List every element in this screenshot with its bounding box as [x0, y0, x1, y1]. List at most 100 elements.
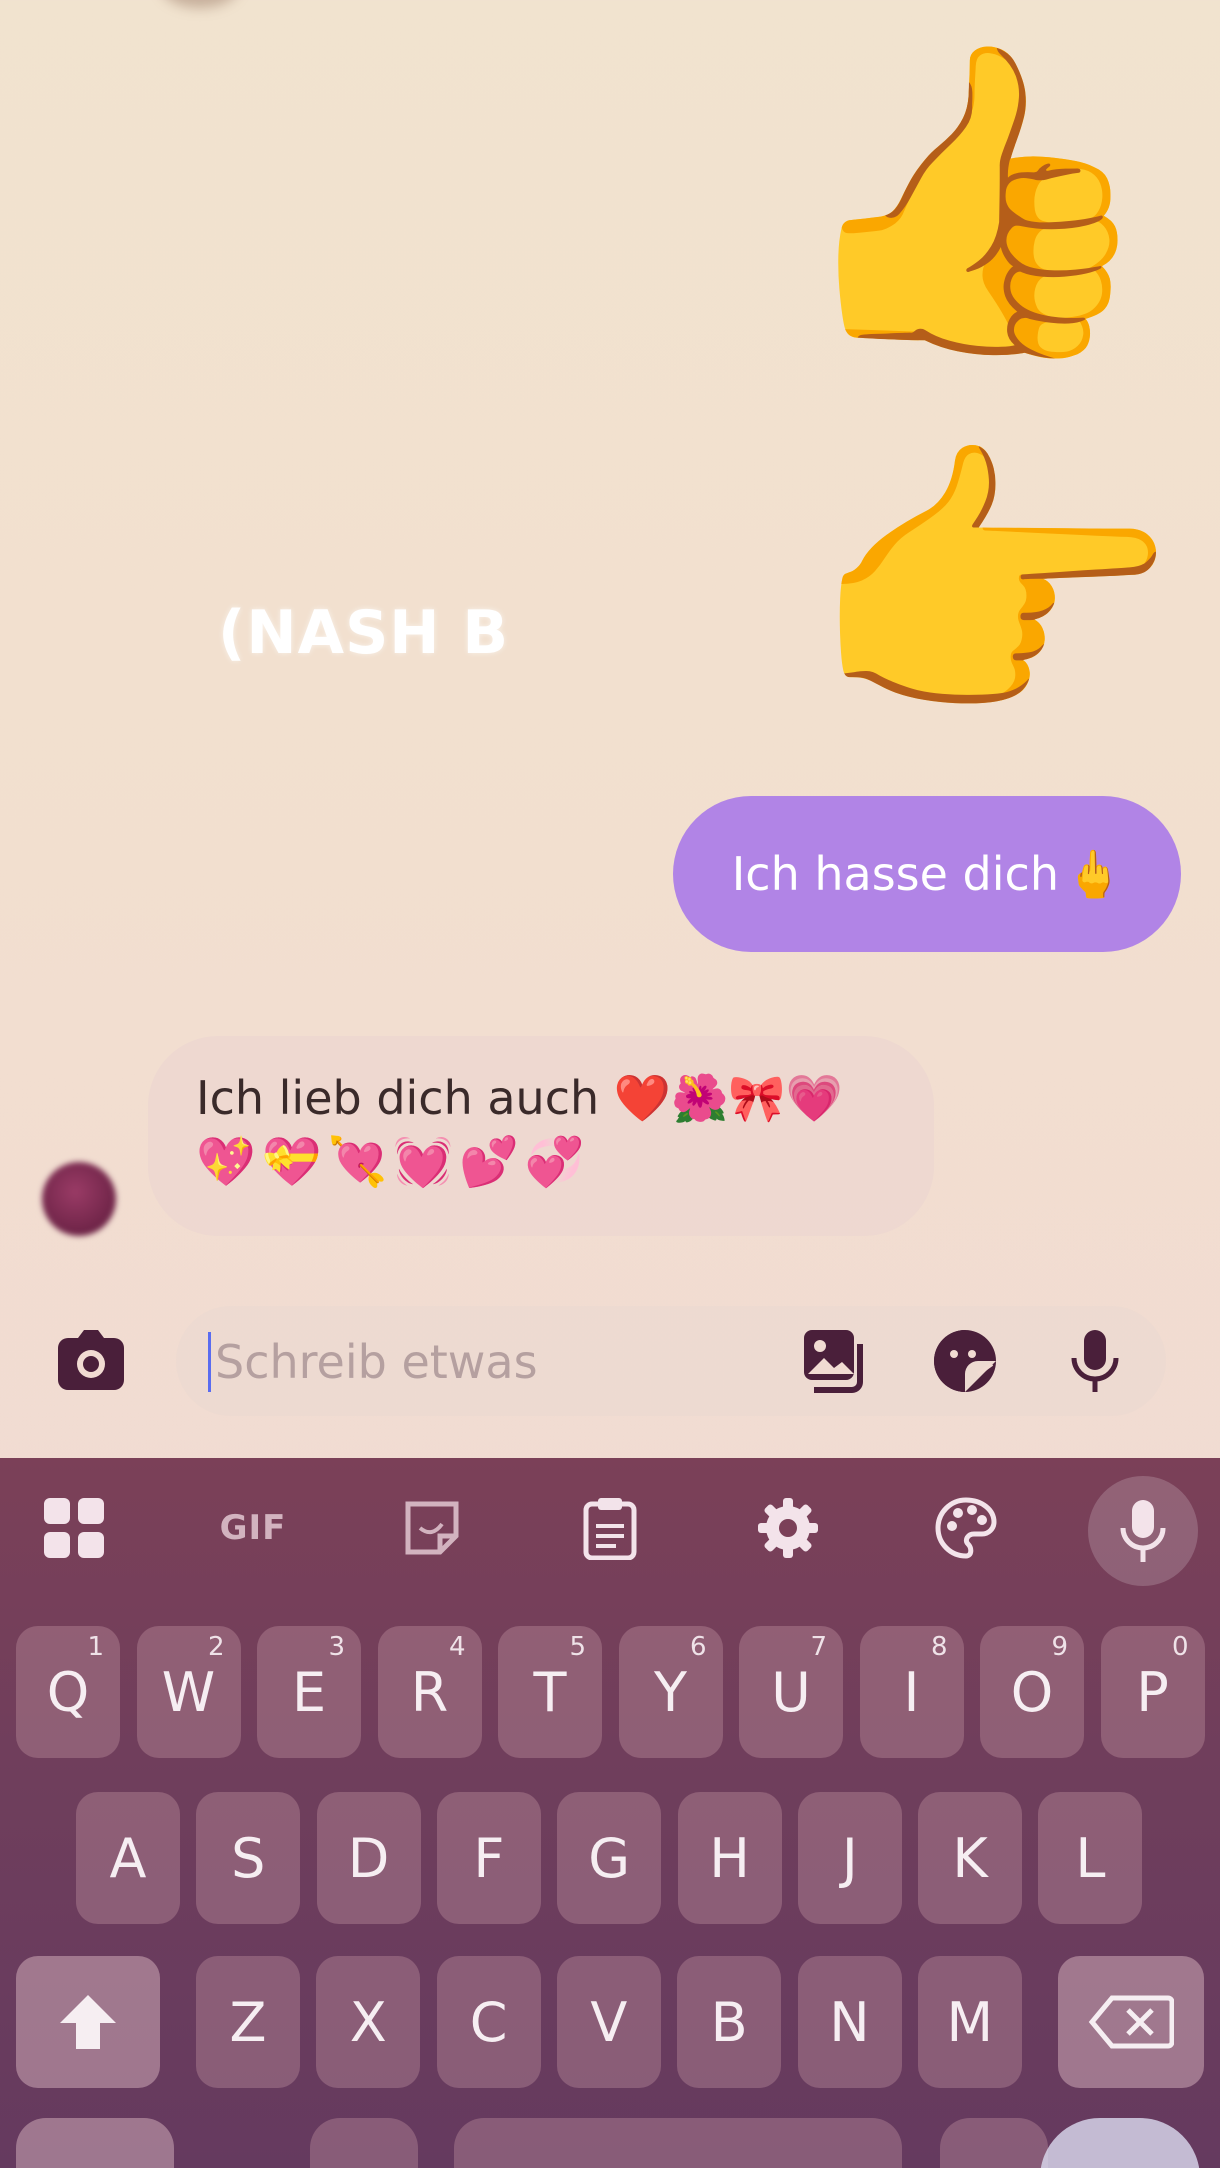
input-container	[176, 1306, 1166, 1416]
key-label: V	[590, 1990, 628, 2054]
key-hint: 0	[1171, 1632, 1189, 1662]
key-hint: 5	[569, 1632, 586, 1662]
space-key[interactable]	[454, 2118, 902, 2168]
key-z[interactable]: Z	[196, 1956, 300, 2088]
key-label: I	[903, 1660, 920, 1724]
sticker-icon	[405, 1501, 459, 1555]
key-l[interactable]: L	[1038, 1792, 1143, 1924]
key-h[interactable]: H	[677, 1792, 782, 1924]
key-label: J	[841, 1826, 858, 1890]
backspace-key[interactable]	[1058, 1956, 1204, 2088]
key-label: N	[829, 1990, 870, 2054]
key-label: L	[1075, 1826, 1106, 1890]
kb-clipboard-button[interactable]	[570, 1488, 650, 1568]
gear-icon	[758, 1498, 818, 1558]
key-t[interactable]: T5	[498, 1626, 602, 1758]
key-label: C	[469, 1990, 508, 2054]
key-p[interactable]: P0	[1100, 1626, 1205, 1758]
message-input[interactable]	[208, 1332, 768, 1392]
kb-sticker-button[interactable]	[392, 1488, 472, 1568]
key-hint: 9	[1051, 1632, 1068, 1662]
key-label: B	[710, 1990, 748, 2054]
emoji-key[interactable]	[310, 2118, 418, 2168]
key-label: G	[588, 1826, 631, 1890]
key-label: D	[347, 1826, 390, 1890]
key-label: X	[349, 1990, 387, 2054]
key-hint: 2	[207, 1632, 225, 1662]
key-hint: 4	[448, 1632, 466, 1662]
sticker-icon	[934, 1330, 996, 1392]
key-label: O	[1010, 1660, 1054, 1724]
key-label: R	[410, 1660, 449, 1724]
key-label: S	[231, 1826, 266, 1890]
period-key[interactable]	[940, 2118, 1048, 2168]
key-e[interactable]: E3	[257, 1626, 361, 1758]
voice-message-button[interactable]	[1060, 1326, 1130, 1396]
shift-icon	[60, 1995, 116, 2049]
key-r[interactable]: R4	[377, 1626, 482, 1758]
key-hint: 6	[689, 1632, 707, 1662]
key-y[interactable]: Y6	[618, 1626, 723, 1758]
key-label: K	[952, 1826, 988, 1890]
key-g[interactable]: G	[557, 1792, 662, 1924]
key-i[interactable]: I8	[859, 1626, 964, 1758]
microphone-icon	[1071, 1330, 1119, 1392]
key-label: Q	[46, 1660, 90, 1724]
kb-theme-button[interactable]	[926, 1488, 1006, 1568]
avatar[interactable]	[42, 1162, 116, 1236]
received-message-emojis: 💖💝💘💓💕💞	[196, 1134, 591, 1190]
key-label: A	[109, 1826, 147, 1890]
sent-message-bubble[interactable]: Ich hasse dich 🖕	[673, 796, 1181, 952]
key-hint: 1	[87, 1632, 104, 1662]
key-label: E	[291, 1660, 327, 1724]
pointing-right-emoji: 👉	[806, 415, 1180, 764]
grid-icon	[44, 1498, 104, 1558]
kb-apps-button[interactable]	[34, 1488, 114, 1568]
kb-voice-input-button[interactable]	[1088, 1476, 1198, 1586]
key-c[interactable]: C	[436, 1956, 541, 2088]
key-hint: 3	[328, 1632, 345, 1662]
key-x[interactable]: X	[316, 1956, 421, 2088]
message-composer	[0, 1296, 1220, 1426]
partial-avatar	[160, 0, 240, 8]
key-o[interactable]: O9	[980, 1626, 1084, 1758]
gallery-button[interactable]	[800, 1326, 870, 1396]
shift-key[interactable]	[16, 1956, 160, 2088]
key-label: F	[473, 1826, 505, 1890]
key-hint: 8	[930, 1632, 948, 1662]
key-n[interactable]: N	[797, 1956, 902, 2088]
key-label: U	[771, 1660, 811, 1724]
key-q[interactable]: Q1	[16, 1626, 120, 1758]
enter-key[interactable]	[1040, 2118, 1200, 2168]
symbols-key[interactable]	[16, 2118, 174, 2168]
sticker-button[interactable]	[930, 1326, 1000, 1396]
key-label: T	[533, 1660, 567, 1724]
key-m[interactable]: M	[917, 1956, 1022, 2088]
key-j[interactable]: J	[797, 1792, 902, 1924]
received-message-text: Ich lieb dich auch ❤️🌺🎀💗	[196, 1071, 843, 1125]
key-w[interactable]: W2	[136, 1626, 241, 1758]
key-u[interactable]: U7	[739, 1626, 843, 1758]
key-label: P	[1136, 1660, 1169, 1724]
key-hint: 7	[810, 1632, 827, 1662]
sent-message-emoji: 🖕	[1064, 846, 1123, 901]
key-k[interactable]: K	[918, 1792, 1023, 1924]
overlay-caption: (NASH B	[218, 598, 510, 668]
camera-button[interactable]	[54, 1328, 128, 1392]
received-message-bubble[interactable]: Ich lieb dich auch ❤️🌺🎀💗 💖💝💘💓💕💞	[148, 1036, 934, 1236]
chat-area: 👍 👉 (NASH B Ich hasse dich 🖕 Ich lieb di…	[0, 0, 1220, 1458]
key-f[interactable]: F	[436, 1792, 541, 1924]
kb-settings-button[interactable]	[748, 1488, 828, 1568]
key-a[interactable]: A	[76, 1792, 180, 1924]
microphone-icon	[1120, 1500, 1166, 1562]
key-d[interactable]: D	[316, 1792, 421, 1924]
key-v[interactable]: V	[556, 1956, 661, 2088]
kb-gif-button[interactable]: GIF	[213, 1488, 293, 1568]
gallery-icon	[804, 1330, 863, 1393]
keyboard: G I F Q 1 W 2 E 3 R 4 T 5 Y 6 U 7 I 8 O 9 …	[0, 1458, 1220, 2168]
key-s[interactable]: S	[196, 1792, 301, 1924]
key-label: M	[946, 1990, 994, 2054]
key-b[interactable]: B	[677, 1956, 782, 2088]
palette-icon	[935, 1497, 997, 1559]
key-label: Z	[229, 1990, 267, 2054]
